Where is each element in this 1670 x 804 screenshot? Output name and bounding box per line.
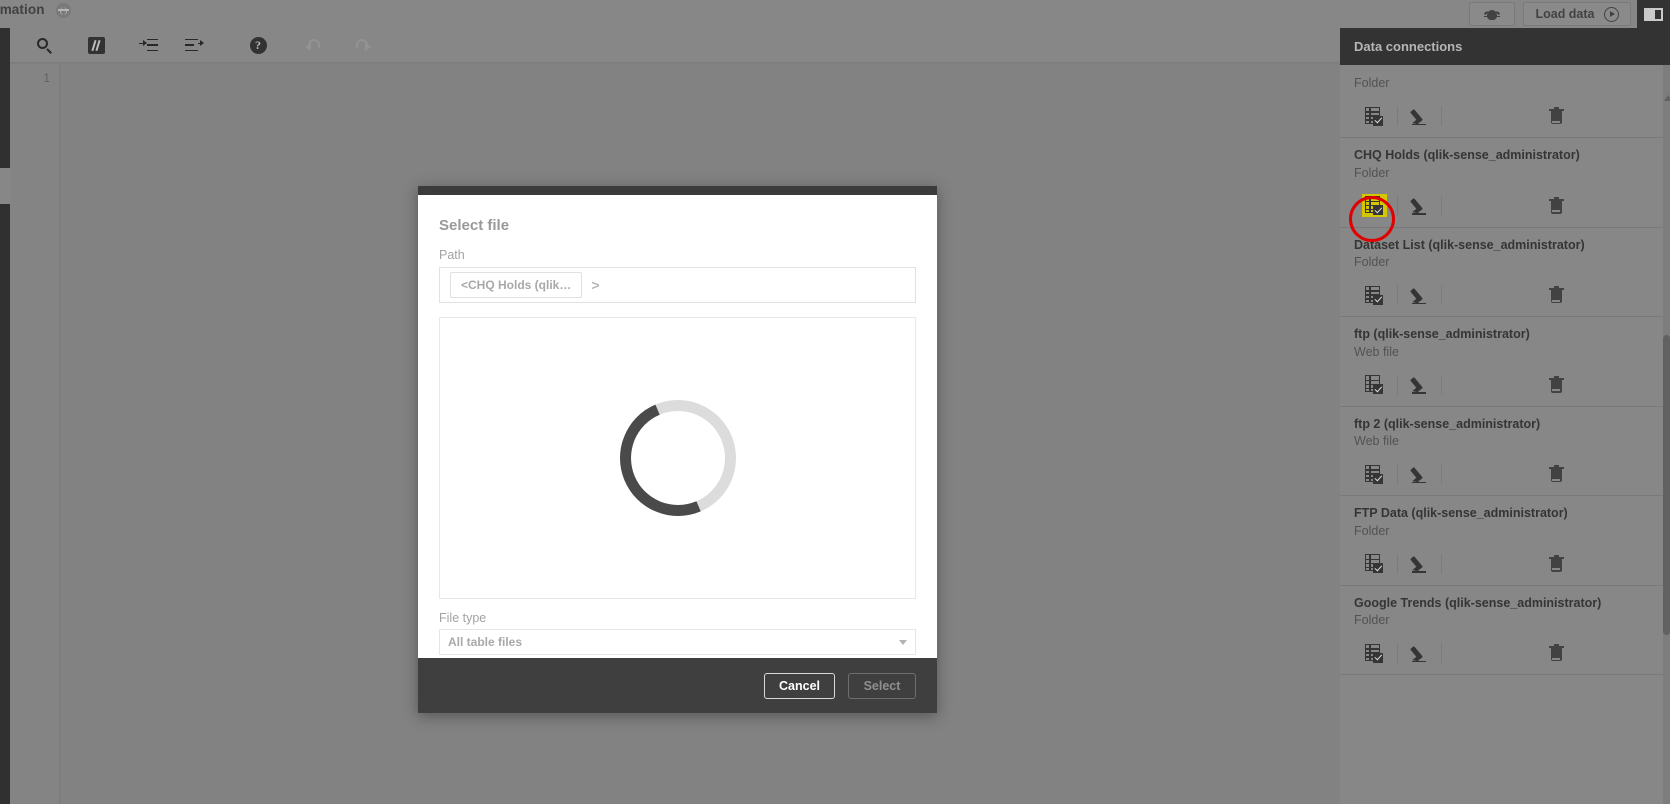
path-breadcrumb-bar[interactable]: <CHQ Holds (qlik… > (439, 267, 916, 303)
dialog-title: Select file (439, 217, 510, 234)
cancel-button[interactable]: Cancel (764, 672, 835, 699)
dialog-footer: Cancel Select (418, 658, 937, 713)
file-type-label: File type (439, 611, 487, 625)
chevron-down-icon (899, 639, 907, 645)
select-file-dialog: Select file Path <CHQ Holds (qlik… > Fil… (418, 186, 937, 713)
dialog-body: Select file Path <CHQ Holds (qlik… > Fil… (418, 195, 937, 658)
file-type-value: All table files (448, 635, 523, 649)
chevron-right-icon: > (591, 277, 600, 293)
file-browser-pane[interactable] (439, 317, 916, 599)
breadcrumb-item[interactable]: <CHQ Holds (qlik… (450, 272, 583, 298)
select-button[interactable]: Select (848, 672, 916, 699)
spinner-icon (619, 400, 736, 516)
file-type-select[interactable]: All table files (439, 629, 916, 655)
path-label: Path (439, 248, 465, 262)
dialog-title-bar (418, 186, 937, 195)
